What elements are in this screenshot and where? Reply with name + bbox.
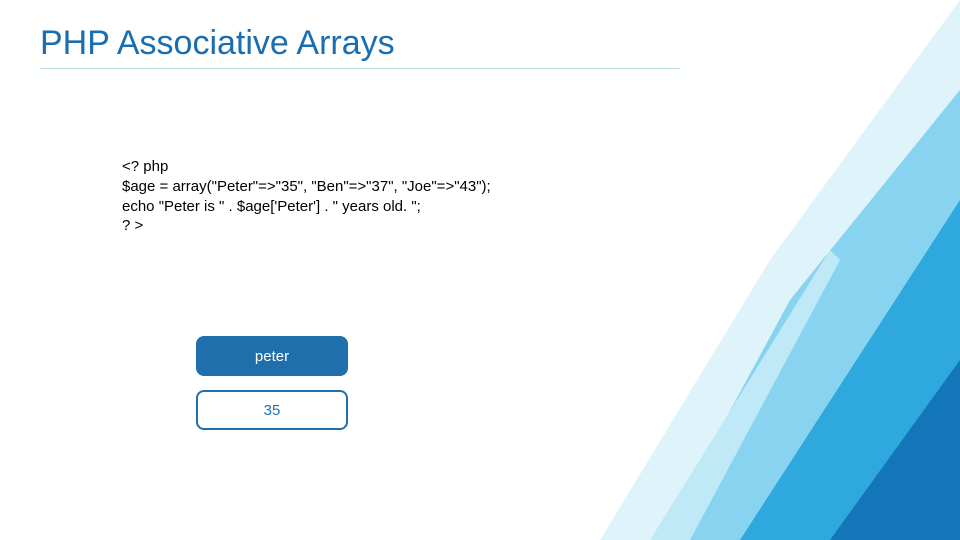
title-underline <box>40 68 680 69</box>
assoc-value-box: 35 <box>196 390 348 430</box>
slide-title: PHP Associative Arrays <box>40 24 395 63</box>
decorative-triangles <box>540 0 960 540</box>
assoc-value-label: 35 <box>264 402 281 419</box>
assoc-key-label: peter <box>255 348 289 365</box>
code-line-2: $age = array("Peter"=>"35", "Ben"=>"37",… <box>122 178 491 197</box>
assoc-key-box: peter <box>196 336 348 376</box>
code-line-4: ? > <box>122 217 491 236</box>
code-line-1: <? php <box>122 158 491 177</box>
code-line-3: echo "Peter is " . $age['Peter'] . " yea… <box>122 198 491 217</box>
code-block: <? php $age = array("Peter"=>"35", "Ben"… <box>122 158 491 237</box>
